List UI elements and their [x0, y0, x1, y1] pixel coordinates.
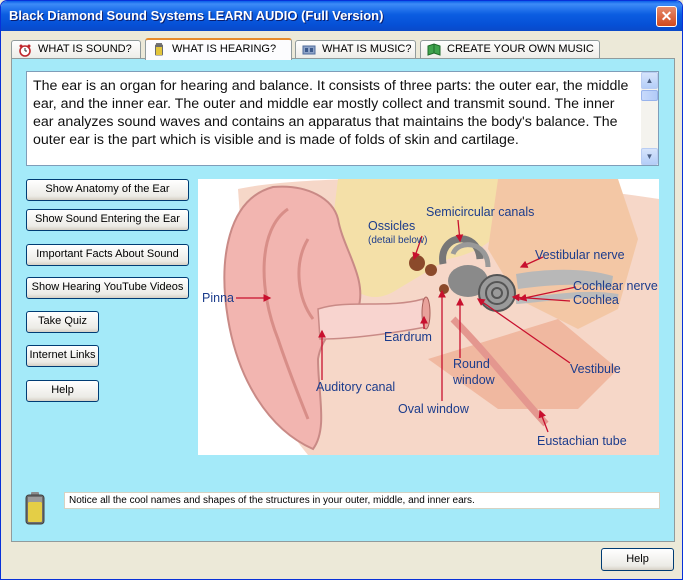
app-window: Black Diamond Sound Systems LEARN AUDIO … — [0, 0, 683, 580]
internet-links-button[interactable]: Internet Links — [26, 345, 99, 367]
label-vestibular-nerve: Vestibular nerve — [535, 248, 625, 262]
show-anatomy-button[interactable]: Show Anatomy of the Ear — [26, 179, 189, 201]
battery-icon — [25, 492, 45, 525]
label-eardrum: Eardrum — [384, 330, 432, 344]
hearing-panel: The ear is an organ for hearing and bala… — [11, 58, 675, 542]
label-semicircular-canals: Semicircular canals — [426, 205, 534, 219]
description-textbox[interactable]: The ear is an organ for hearing and bala… — [26, 71, 659, 166]
important-facts-button[interactable]: Important Facts About Sound — [26, 244, 189, 266]
tab-what-is-sound[interactable]: WHAT IS SOUND? — [11, 40, 141, 59]
label-pinna: Pinna — [202, 291, 234, 305]
scroll-up-icon[interactable]: ▲ — [641, 72, 658, 89]
label-ossicles-note: (detail below) — [368, 235, 427, 246]
tab-what-is-hearing[interactable]: WHAT IS HEARING? — [145, 38, 292, 60]
tab-label: WHAT IS MUSIC? — [322, 43, 412, 55]
close-button[interactable]: ✕ — [656, 6, 677, 27]
youtube-videos-button[interactable]: Show Hearing YouTube Videos — [26, 277, 189, 299]
window-title: Black Diamond Sound Systems LEARN AUDIO … — [9, 8, 384, 23]
title-bar[interactable]: Black Diamond Sound Systems LEARN AUDIO … — [1, 1, 682, 31]
label-window: window — [452, 373, 496, 387]
tab-label: CREATE YOUR OWN MUSIC — [447, 43, 594, 55]
help-button[interactable]: Help — [26, 380, 99, 402]
take-quiz-button[interactable]: Take Quiz — [26, 311, 99, 333]
label-round: Round — [453, 357, 490, 371]
speaker-icon — [302, 45, 316, 55]
label-cochlea: Cochlea — [573, 293, 619, 307]
label-oval-window: Oval window — [398, 402, 470, 416]
label-auditory-canal: Auditory canal — [316, 380, 395, 394]
book-icon — [427, 43, 441, 56]
label-eustachian-tube: Eustachian tube — [537, 434, 627, 448]
label-vestibule: Vestibule — [570, 362, 621, 376]
tab-label: WHAT IS SOUND? — [38, 43, 132, 55]
vertical-scrollbar[interactable]: ▲ ▼ — [641, 72, 658, 165]
show-sound-entering-button[interactable]: Show Sound Entering the Ear — [26, 209, 189, 231]
ear-anatomy-illustration: Semicircular canals Ossicles (detail bel… — [202, 178, 659, 455]
alarm-clock-icon — [19, 44, 31, 57]
tab-label: WHAT IS HEARING? — [172, 43, 277, 55]
description-text: The ear is an organ for hearing and bala… — [33, 78, 629, 148]
label-cochlear-nerve: Cochlear nerve — [573, 279, 658, 293]
bottom-help-button[interactable]: Help — [601, 548, 674, 571]
battery-icon — [155, 43, 163, 56]
tab-create-your-own-music[interactable]: CREATE YOUR OWN MUSIC — [420, 40, 600, 59]
scroll-thumb[interactable] — [641, 90, 658, 101]
label-ossicles: Ossicles — [368, 219, 415, 233]
scroll-down-icon[interactable]: ▼ — [641, 148, 658, 165]
status-bar-text: Notice all the cool names and shapes of … — [64, 492, 660, 509]
ear-anatomy-diagram: Semicircular canals Ossicles (detail bel… — [198, 178, 659, 455]
tab-what-is-music[interactable]: WHAT IS MUSIC? — [295, 40, 416, 59]
